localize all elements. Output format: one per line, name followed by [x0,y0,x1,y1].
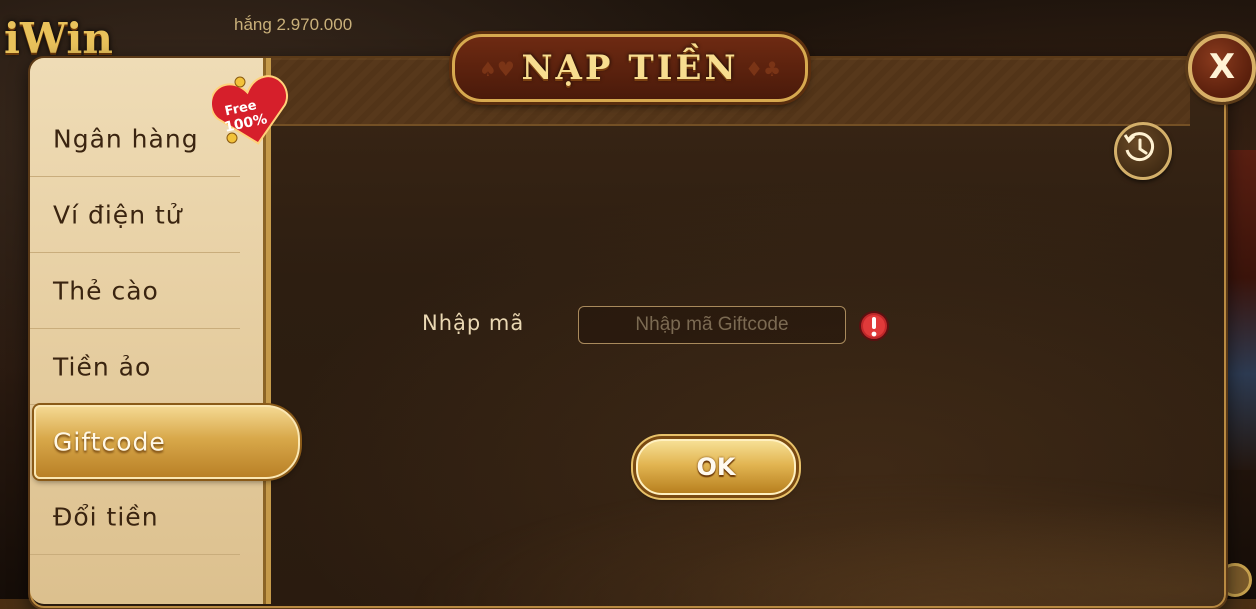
dialog-title: NẠP TIỀN [521,48,739,88]
ok-button-label: OK [696,453,736,481]
sidebar-item-bank[interactable]: Ngân hàng [30,102,240,177]
sidebar-item-label: Ví điện tử [53,200,183,230]
sidebar-item-label: Ngân hàng [53,124,199,154]
sidebar-item-crypto[interactable]: Tiền ảo [30,330,240,405]
sidebar-item-label: Thẻ cào [53,276,159,306]
close-icon: X [1208,47,1236,88]
sidebar-item-label: Đổi tiền [53,502,159,532]
sidebar-item-scratch-card[interactable]: Thẻ cào [30,254,240,329]
close-button[interactable]: X [1188,34,1256,102]
giftcode-input[interactable] [578,306,846,344]
code-label: Nhập mã [422,311,525,335]
ok-button[interactable]: OK [636,439,796,495]
sidebar-item-label: Tiền ảo [53,352,152,382]
sidebar-item-giftcode[interactable]: Giftcode [34,405,300,479]
sidebar-item-exchange[interactable]: Đổi tiền [30,480,240,555]
history-button[interactable] [1114,122,1172,180]
sidebar-item-label: Giftcode [53,427,166,457]
warning-icon[interactable] [858,310,890,342]
free-bonus-badge: Free 100% [212,75,288,145]
winnings-ticker: hắng 2.970.000 [234,15,353,34]
title-plaque: ♠♥ ♦♣ NẠP TIỀN [452,34,808,102]
sidebar-item-e-wallet[interactable]: Ví điện tử [30,178,240,253]
history-icon [1123,132,1155,162]
